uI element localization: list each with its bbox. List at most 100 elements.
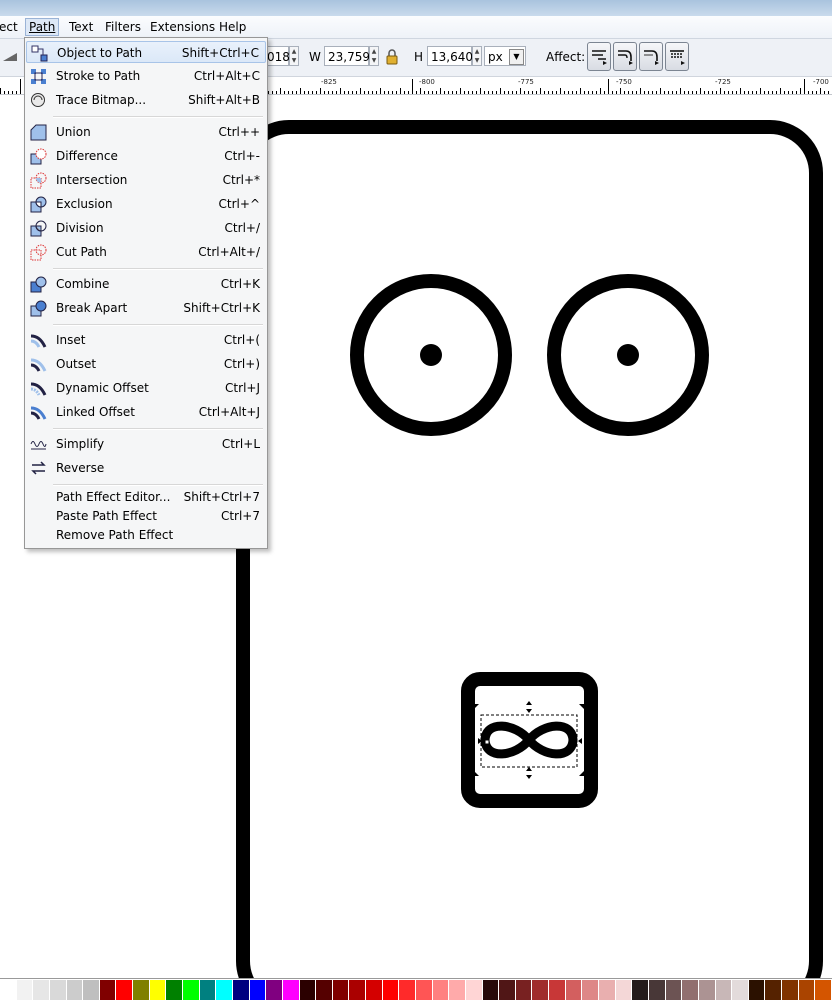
color-swatch[interactable] xyxy=(266,980,282,1000)
color-swatch[interactable] xyxy=(615,980,632,1000)
color-swatch[interactable] xyxy=(465,980,482,1000)
color-swatch[interactable] xyxy=(549,980,565,1000)
infinity-symbol[interactable] xyxy=(480,721,578,759)
menu-item-shortcut: Shift+Ctrl+7 xyxy=(183,490,260,504)
color-swatch[interactable] xyxy=(16,980,33,1000)
color-swatch[interactable] xyxy=(599,980,615,1000)
menu-item-path-effect-editor[interactable]: Path Effect Editor... Shift+Ctrl+7 xyxy=(26,488,266,507)
height-field[interactable]: 13,640 xyxy=(427,46,473,66)
color-swatch[interactable] xyxy=(582,980,599,1000)
color-swatch[interactable] xyxy=(565,980,582,1000)
height-spinner[interactable]: ▲ ▼ xyxy=(472,46,482,66)
menu-item-union[interactable]: Union Ctrl++ xyxy=(26,121,266,143)
x-spinner[interactable]: ▲ ▼ xyxy=(289,46,299,66)
menu-item-outset[interactable]: Outset Ctrl+) xyxy=(26,353,266,375)
color-swatch[interactable] xyxy=(232,980,249,1000)
color-swatch[interactable] xyxy=(0,980,16,1000)
color-swatch[interactable] xyxy=(449,980,465,1000)
menu-extensions[interactable]: Extensions xyxy=(150,19,215,35)
raise-to-top-icon[interactable] xyxy=(2,51,18,66)
color-swatch[interactable] xyxy=(116,980,133,1000)
menu-filters[interactable]: Filters xyxy=(105,19,141,35)
menu-item-exclusion[interactable]: Exclusion Ctrl+^ xyxy=(26,193,266,215)
left-pupil[interactable] xyxy=(420,344,442,366)
color-swatch[interactable] xyxy=(482,980,499,1000)
color-swatch[interactable] xyxy=(698,980,715,1000)
color-swatch[interactable] xyxy=(632,980,648,1000)
ruler-tick xyxy=(512,91,513,94)
scale-corners-button[interactable] xyxy=(613,42,637,71)
scale-stroke-button[interactable] xyxy=(587,42,611,71)
color-swatch[interactable] xyxy=(798,980,815,1000)
ruler-tick xyxy=(376,91,377,94)
color-swatch[interactable] xyxy=(282,980,299,1000)
color-swatch[interactable] xyxy=(166,980,183,1000)
menu-item-dynamic-offset[interactable]: Dynamic Offset Ctrl+J xyxy=(26,377,266,399)
color-swatch[interactable] xyxy=(532,980,549,1000)
color-swatch[interactable] xyxy=(432,980,449,1000)
color-swatch[interactable] xyxy=(765,980,782,1000)
color-swatch[interactable] xyxy=(83,980,99,1000)
color-swatch[interactable] xyxy=(782,980,798,1000)
ruler-tick xyxy=(320,88,321,94)
rotation-center-node[interactable] xyxy=(484,739,490,745)
menu-path[interactable]: Path xyxy=(25,18,60,36)
menu-item-difference[interactable]: Difference Ctrl+- xyxy=(26,145,266,167)
color-swatch[interactable] xyxy=(249,980,266,1000)
menu-object[interactable]: ect xyxy=(0,19,18,35)
color-swatch[interactable] xyxy=(815,980,831,1000)
menu-item-stroke-to-path[interactable]: Stroke to Path Ctrl+Alt+C xyxy=(26,65,266,87)
color-swatch[interactable] xyxy=(99,980,116,1000)
color-swatch[interactable] xyxy=(49,980,66,1000)
color-swatch[interactable] xyxy=(682,980,698,1000)
width-field[interactable]: 23,759 xyxy=(324,46,370,66)
color-swatch[interactable] xyxy=(183,980,199,1000)
color-swatch[interactable] xyxy=(349,980,366,1000)
color-swatch[interactable] xyxy=(515,980,532,1000)
right-pupil[interactable] xyxy=(617,344,639,366)
color-swatch[interactable] xyxy=(332,980,349,1000)
menu-item-intersection[interactable]: Intersection Ctrl+* xyxy=(26,169,266,191)
menu-item-reverse[interactable]: Reverse xyxy=(26,457,266,479)
color-swatch[interactable] xyxy=(732,980,748,1000)
menu-item-linked-offset[interactable]: Linked Offset Ctrl+Alt+J xyxy=(26,401,266,423)
menu-item-division[interactable]: Division Ctrl+/ xyxy=(26,217,266,239)
menu-item-remove-path-effect[interactable]: Remove Path Effect xyxy=(26,526,266,545)
color-swatch[interactable] xyxy=(499,980,515,1000)
color-swatch[interactable] xyxy=(416,980,432,1000)
menu-item-trace-bitmap[interactable]: Trace Bitmap... Shift+Alt+B xyxy=(26,89,266,111)
menu-item-paste-path-effect[interactable]: Paste Path Effect Ctrl+7 xyxy=(26,507,266,526)
menu-item-cut-path[interactable]: Cut Path Ctrl+Alt+/ xyxy=(26,241,266,263)
outer-rounded-rectangle[interactable] xyxy=(236,120,823,978)
menu-item-break-apart[interactable]: Break Apart Shift+Ctrl+K xyxy=(26,297,266,319)
ruler-tick xyxy=(500,88,501,94)
color-swatch[interactable] xyxy=(66,980,83,1000)
color-swatch[interactable] xyxy=(199,980,216,1000)
menu-item-inset[interactable]: Inset Ctrl+( xyxy=(26,329,266,351)
color-swatch[interactable] xyxy=(399,980,415,1000)
color-swatch[interactable] xyxy=(133,980,149,1000)
menu-help[interactable]: Help xyxy=(219,19,246,35)
color-swatch[interactable] xyxy=(366,980,382,1000)
ruler-tick xyxy=(368,91,369,94)
menu-text[interactable]: Text xyxy=(69,19,93,35)
color-swatch[interactable] xyxy=(665,980,682,1000)
menu-item-object-to-path[interactable]: Object to Path Shift+Ctrl+C xyxy=(26,41,266,63)
menu-item-combine[interactable]: Combine Ctrl+K xyxy=(26,273,266,295)
transform-gradients-button[interactable] xyxy=(639,42,663,71)
color-swatch[interactable] xyxy=(748,980,765,1000)
color-swatch[interactable] xyxy=(149,980,166,1000)
menu-item-label: Object to Path xyxy=(57,46,143,60)
color-swatch[interactable] xyxy=(382,980,399,1000)
color-swatch[interactable] xyxy=(33,980,49,1000)
color-swatch[interactable] xyxy=(648,980,665,1000)
color-swatch[interactable] xyxy=(316,980,332,1000)
transform-patterns-button[interactable] xyxy=(665,42,689,71)
unit-select[interactable]: px ▼ xyxy=(484,46,526,66)
color-swatch[interactable] xyxy=(299,980,316,1000)
lock-icon[interactable] xyxy=(385,48,399,68)
color-swatch[interactable] xyxy=(715,980,732,1000)
menu-item-simplify[interactable]: Simplify Ctrl+L xyxy=(26,433,266,455)
color-swatch[interactable] xyxy=(216,980,232,1000)
width-spinner[interactable]: ▲ ▼ xyxy=(369,46,379,66)
